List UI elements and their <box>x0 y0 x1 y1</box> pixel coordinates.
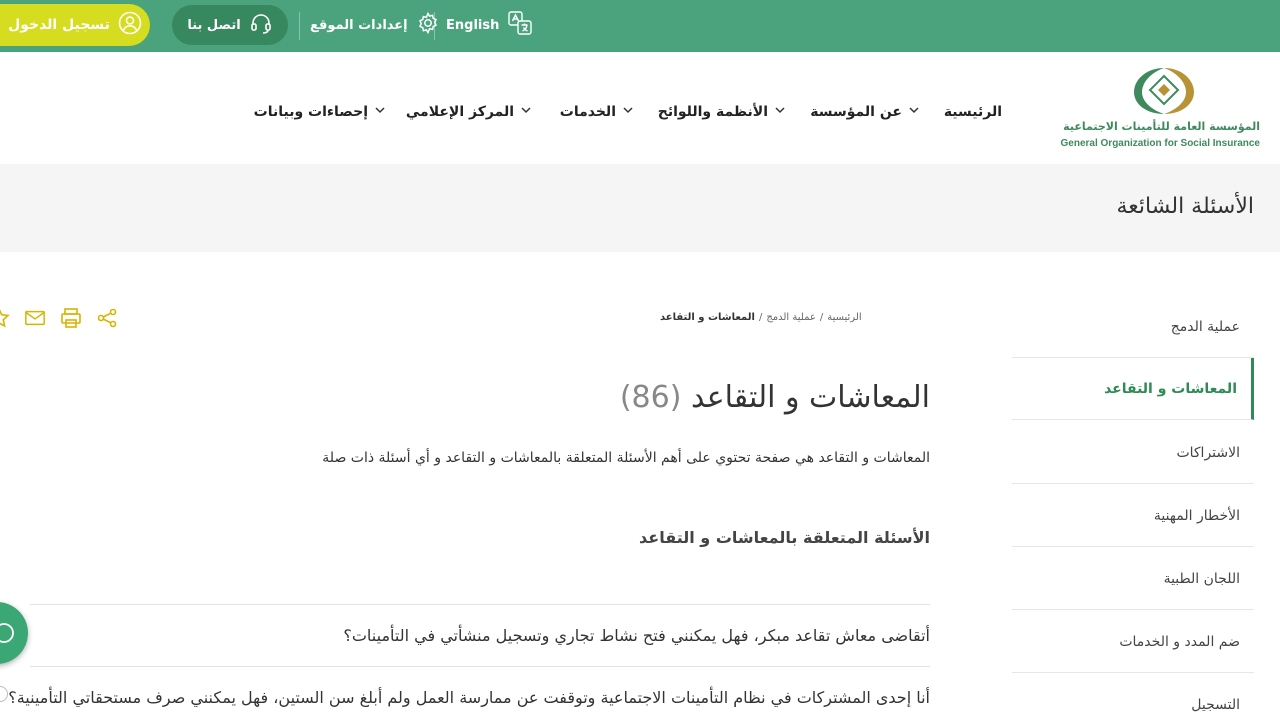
language-switch[interactable]: English <box>446 10 533 40</box>
section-heading: المعاشات و التقاعد (86) <box>620 380 930 415</box>
main-header: المؤسسة العامة للتأمينات الاجتماعية Gene… <box>0 52 1280 164</box>
settings-label: إعدادات الموقع <box>310 17 408 33</box>
page-tools <box>0 306 118 330</box>
sidebar-item-label: الأخطار المهنية <box>1153 507 1240 524</box>
page-title-band: الأسئلة الشائعة <box>0 164 1280 252</box>
faq-question: أنا إحدى المشتركات في نظام التأمينات الا… <box>8 688 930 707</box>
nav-item-media-center[interactable]: المركز الإعلامي <box>406 100 532 124</box>
sidebar-item-label: التسجيل <box>1191 697 1240 713</box>
chat-icon <box>0 623 14 643</box>
chevron-down-icon <box>908 104 920 120</box>
nav-label: الأنظمة واللوائح <box>657 104 768 120</box>
sidebar-item-medical-committees[interactable]: اللجان الطبية <box>1012 548 1254 610</box>
translate-icon <box>507 10 533 40</box>
chevron-down-icon <box>374 104 386 120</box>
user-circle-icon <box>118 11 142 39</box>
sidebar-item-label: الاشتراكات <box>1176 444 1240 461</box>
headset-icon <box>249 11 273 39</box>
breadcrumb-item-home[interactable]: الرئيسية <box>827 312 861 323</box>
question-count: (86) <box>619 380 682 415</box>
top-bar-divider <box>434 12 435 40</box>
nav-item-services[interactable]: الخدمات <box>560 100 634 124</box>
nav-item-regulations[interactable]: الأنظمة واللوائح <box>658 100 786 124</box>
sidebar-item-occupational-hazards[interactable]: الأخطار المهنية <box>1012 485 1254 547</box>
faq-item[interactable]: أتقاضى معاش تقاعد مبكر، فهل يمكنني فتح ن… <box>30 604 930 666</box>
nav-label: الخدمات <box>559 104 616 120</box>
chat-fab-button[interactable] <box>0 602 28 664</box>
mail-icon[interactable] <box>24 307 46 329</box>
breadcrumb-separator: / <box>819 312 824 323</box>
breadcrumb: الرئيسية / عملية الدمج / المعاشات و التق… <box>660 312 930 323</box>
faq-list: أتقاضى معاش تقاعد مبكر، فهل يمكنني فتح ن… <box>8 604 930 720</box>
top-bar: تسجيل الدخول اتصل بنا إعدادات الموقع Eng… <box>0 0 1280 52</box>
top-bar-divider <box>299 12 300 40</box>
login-button[interactable]: تسجيل الدخول <box>0 4 150 46</box>
sidebar-item-label: المعاشات و التقاعد <box>1104 380 1237 397</box>
faq-subheading: الأسئلة المتعلقة بالمعاشات و التقاعد <box>639 528 930 547</box>
breadcrumb-item-current: المعاشات و التقاعد <box>660 312 755 323</box>
nav-item-home[interactable]: الرئيسية <box>944 100 1002 124</box>
page-title: الأسئلة الشائعة <box>1116 194 1254 219</box>
breadcrumb-separator: / <box>758 312 763 323</box>
sidebar-item-label: عملية الدمج <box>1170 318 1240 335</box>
logo-english-text: General Organization for Social Insuranc… <box>1060 138 1261 149</box>
star-icon[interactable] <box>0 307 10 329</box>
sidebar-item-label: اللجان الطبية <box>1163 570 1240 587</box>
chevron-down-icon <box>774 104 786 120</box>
nav-label: عن المؤسسة <box>810 104 902 120</box>
login-button-label: تسجيل الدخول <box>8 17 110 33</box>
sidebar-item-merger[interactable]: عملية الدمج <box>1012 296 1254 358</box>
sidebar-item-service-merge[interactable]: ضم المدد و الخدمات <box>1012 611 1254 673</box>
section-heading-text: المعاشات و التقاعد <box>690 380 930 415</box>
scroll-indicator[interactable] <box>0 686 8 702</box>
sidebar-item-registration[interactable]: التسجيل <box>1012 674 1254 720</box>
contact-button-label: اتصل بنا <box>187 17 241 33</box>
nav-label: المركز الإعلامي <box>405 104 514 120</box>
nav-label: الرئيسية <box>943 104 1002 120</box>
faq-question: أتقاضى معاش تقاعد مبكر، فهل يمكنني فتح ن… <box>343 626 930 645</box>
main-nav: الرئيسية عن المؤسسة الأنظمة واللوائح الخ… <box>0 100 1280 124</box>
nav-item-about[interactable]: عن المؤسسة <box>810 100 920 124</box>
sidebar-item-label: ضم المدد و الخدمات <box>1119 633 1240 650</box>
section-description: المعاشات و التقاعد هي صفحة تحتوي على أهم… <box>322 450 930 466</box>
nav-label: إحصاءات وبيانات <box>253 104 368 120</box>
nav-item-statistics[interactable]: إحصاءات وبيانات <box>254 100 386 124</box>
language-label: English <box>446 17 500 33</box>
sidebar-item-pensions[interactable]: المعاشات و التقاعد <box>1012 358 1254 420</box>
site-settings-link[interactable]: إعدادات الموقع <box>310 10 440 40</box>
sidebar-item-contributions[interactable]: الاشتراكات <box>1012 422 1254 484</box>
share-icon[interactable] <box>96 307 118 329</box>
print-icon[interactable] <box>60 307 82 329</box>
gear-icon <box>416 11 440 39</box>
chevron-down-icon <box>622 104 634 120</box>
chevron-down-icon <box>520 104 532 120</box>
contact-us-button[interactable]: اتصل بنا <box>172 5 288 45</box>
faq-item[interactable]: أنا إحدى المشتركات في نظام التأمينات الا… <box>8 666 930 720</box>
breadcrumb-item-merger[interactable]: عملية الدمج <box>766 312 816 323</box>
